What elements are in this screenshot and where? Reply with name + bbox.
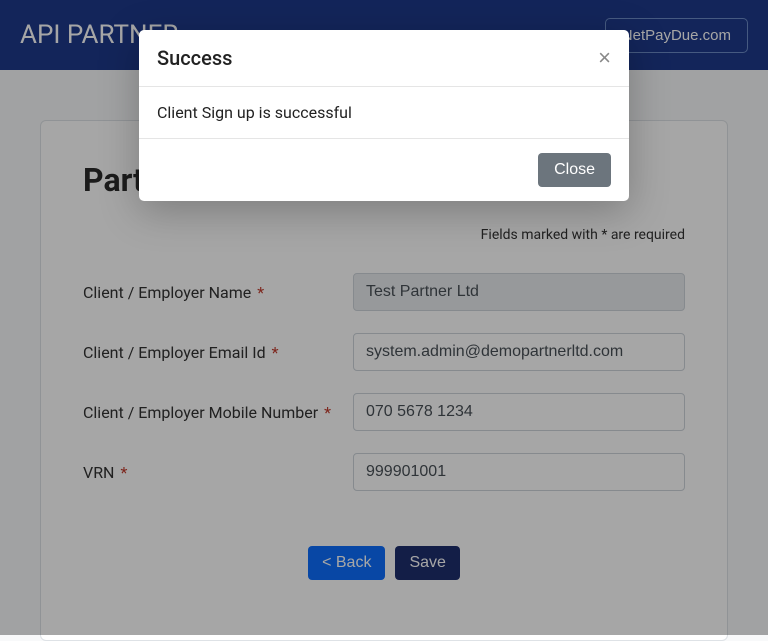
close-button[interactable]: Close	[538, 153, 611, 187]
modal-header: Success ×	[139, 30, 629, 87]
success-modal: Success × Client Sign up is successful C…	[139, 30, 629, 201]
modal-footer: Close	[139, 138, 629, 201]
close-icon[interactable]: ×	[598, 47, 611, 69]
modal-message: Client Sign up is successful	[139, 87, 629, 138]
modal-title: Success	[157, 46, 232, 70]
